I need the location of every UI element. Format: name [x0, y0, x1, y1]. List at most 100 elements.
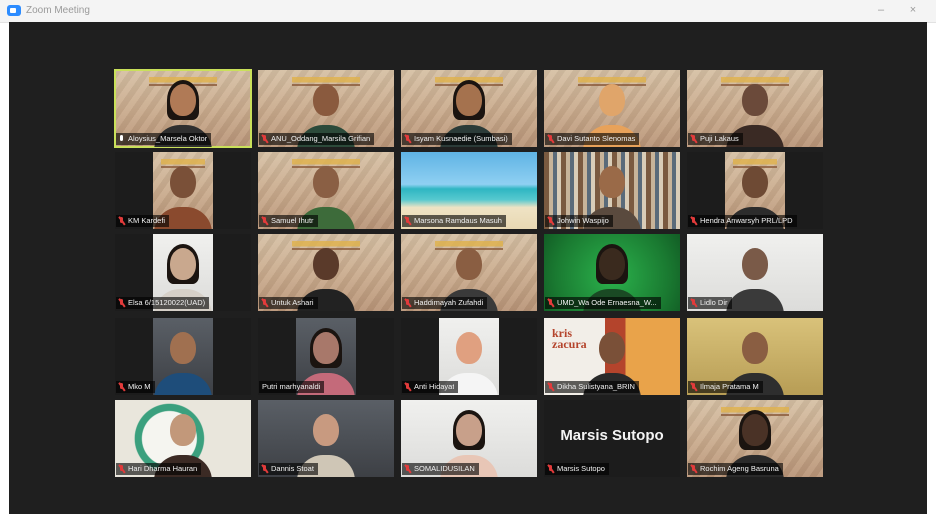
title-bar: Zoom Meeting – ×: [0, 0, 936, 23]
close-button[interactable]: ×: [904, 3, 922, 17]
participant-face: [456, 332, 482, 364]
window-title: Zoom Meeting: [26, 5, 90, 16]
participant-tile[interactable]: Rochim Ageng Basruna: [687, 400, 823, 477]
participant-name-bar: Dikha Sulistyana_BRIN: [545, 381, 639, 393]
participant-tile[interactable]: Marsis Sutopo Marsis Sutopo: [544, 400, 680, 477]
participant-name-bar: Lidlo Dir: [688, 297, 732, 309]
mic-muted-icon: [548, 135, 554, 143]
participant-face: [170, 332, 196, 364]
participant-tile[interactable]: kris zacura Dikha Sulistyana_BRIN: [544, 318, 680, 395]
participant-face: [599, 248, 625, 280]
participant-name-bar: Mko M: [116, 381, 155, 393]
participant-name: Ilmaja Pratama M: [700, 382, 759, 391]
participant-tile[interactable]: Putri marhyanaldi: [258, 318, 394, 395]
participant-name-bar: Marsis Sutopo: [545, 463, 609, 475]
participant-tile[interactable]: Untuk Ashari: [258, 234, 394, 311]
participant-face: [742, 332, 768, 364]
participant-name-bar: Isyam Kusnaedie (Sumbasi): [402, 133, 512, 145]
participant-name: Dikha Sulistyana_BRIN: [557, 382, 635, 391]
participant-tile[interactable]: Samuel Ihutr: [258, 152, 394, 229]
participant-tile[interactable]: Hendra Anwarsyh PRL/LPD: [687, 152, 823, 229]
participant-face: [313, 248, 339, 280]
participant-face: [742, 248, 768, 280]
participant-name-bar: Elsa 6/15120022(UAD): [116, 297, 210, 309]
participant-face: [170, 248, 196, 280]
participant-name-bar: Putri marhyanaldi: [259, 381, 325, 393]
mic-muted-icon: [548, 465, 554, 473]
participant-name: Hendra Anwarsyh PRL/LPD: [700, 216, 793, 225]
participant-name-bar: Johwin Waspijo: [545, 215, 613, 227]
participant-face: [313, 414, 339, 446]
participant-tile[interactable]: Dannis Stoat: [258, 400, 394, 477]
participant-name-bar: KM Kardefi: [116, 215, 170, 227]
mic-muted-icon: [548, 299, 554, 307]
participant-name: Puji Lakaus: [700, 134, 739, 143]
participant-name-bar: Dannis Stoat: [259, 463, 318, 475]
participant-name-bar: Hendra Anwarsyh PRL/LPD: [688, 215, 797, 227]
participant-tile[interactable]: Johwin Waspijo: [544, 152, 680, 229]
participant-name-bar: Hari Dharma Hauran: [116, 463, 202, 475]
mic-muted-icon: [405, 383, 411, 391]
participant-name: Haddimayah Zufahdi: [414, 298, 484, 307]
minimize-button[interactable]: –: [872, 3, 890, 17]
participant-face: [742, 166, 768, 198]
participant-name: Elsa 6/15120022(UAD): [128, 298, 206, 307]
participant-tile[interactable]: ANU_Oddang_Marsila Grifian: [258, 70, 394, 147]
participant-name: Mko M: [128, 382, 151, 391]
mic-muted-icon: [691, 135, 697, 143]
participant-name: Untuk Ashari: [271, 298, 314, 307]
participant-name: ANU_Oddang_Marsila Grifian: [271, 134, 371, 143]
mic-muted-icon: [691, 465, 697, 473]
participant-tile[interactable]: Anti Hidayat: [401, 318, 537, 395]
participant-face: [456, 248, 482, 280]
participant-tile[interactable]: Marsona Ramdaus Masuh: [401, 152, 537, 229]
mic-muted-icon: [262, 135, 268, 143]
participant-face: [456, 414, 482, 446]
participant-name: Lidlo Dir: [700, 298, 728, 307]
participant-tile[interactable]: Mko M: [115, 318, 251, 395]
participant-name: Marsis Sutopo: [557, 464, 605, 473]
video-gallery: Aloysius_Marsela Oktor ANU_Oddang_Marsila…: [9, 22, 927, 514]
participant-tile[interactable]: Lidlo Dir: [687, 234, 823, 311]
mic-muted-icon: [119, 465, 125, 473]
participant-name-bar: Puji Lakaus: [688, 133, 743, 145]
participant-tile[interactable]: Aloysius_Marsela Oktor: [114, 69, 252, 148]
participant-name: UMD_Wa Ode Ernaesna_W...: [557, 298, 657, 307]
participant-tile[interactable]: KM Kardefi: [115, 152, 251, 229]
participant-name: Dannis Stoat: [271, 464, 314, 473]
participant-name: Samuel Ihutr: [271, 216, 314, 225]
participant-tile[interactable]: SOMALIDUSILAN: [401, 400, 537, 477]
participant-tile[interactable]: Hari Dharma Hauran: [115, 400, 251, 477]
participant-tile[interactable]: Isyam Kusnaedie (Sumbasi): [401, 70, 537, 147]
mic-muted-icon: [548, 217, 554, 225]
mic-muted-icon: [405, 135, 411, 143]
mic-muted-icon: [119, 217, 125, 225]
participant-face: [170, 414, 196, 446]
participant-name: Aloysius_Marsela Oktor: [128, 134, 208, 143]
participant-name: Anti Hidayat: [414, 382, 455, 391]
participant-tile[interactable]: Davi Sutanto Slenomas: [544, 70, 680, 147]
participant-tile[interactable]: Elsa 6/15120022(UAD): [115, 234, 251, 311]
participant-video: [153, 318, 213, 395]
mic-muted-icon: [405, 465, 411, 473]
participant-name-bar: Davi Sutanto Slenomas: [545, 133, 640, 145]
participant-tile[interactable]: Puji Lakaus: [687, 70, 823, 147]
participant-tile[interactable]: Haddimayah Zufahdi: [401, 234, 537, 311]
zoom-app-icon: [7, 5, 21, 16]
participant-name-bar: Marsona Ramdaus Masuh: [402, 215, 506, 227]
participant-name: Hari Dharma Hauran: [128, 464, 198, 473]
participant-name-bar: Haddimayah Zufahdi: [402, 297, 488, 309]
participant-name-bar: Rochim Ageng Basruna: [688, 463, 783, 475]
participant-display-name: Marsis Sutopo: [560, 427, 664, 444]
participant-face: [742, 414, 768, 446]
participant-name-bar: Anti Hidayat: [402, 381, 459, 393]
mic-muted-icon: [119, 383, 125, 391]
participant-name-bar: UMD_Wa Ode Ernaesna_W...: [545, 297, 661, 309]
participant-tile[interactable]: Ilmaja Pratama M: [687, 318, 823, 395]
participant-name: Marsona Ramdaus Masuh: [414, 216, 502, 225]
participant-name: Putri marhyanaldi: [262, 382, 321, 391]
mic-muted-icon: [262, 299, 268, 307]
mic-muted-icon: [262, 465, 268, 473]
participant-tile[interactable]: UMD_Wa Ode Ernaesna_W...: [544, 234, 680, 311]
mic-muted-icon: [262, 217, 268, 225]
